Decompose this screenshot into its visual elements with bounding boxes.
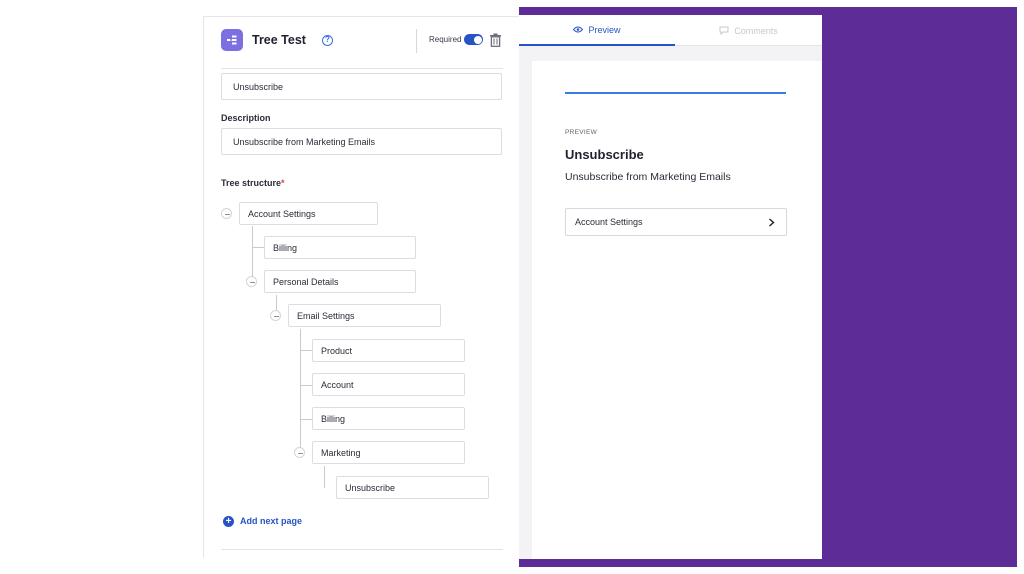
tree-connector [252,247,264,248]
tree-node-email-settings[interactable]: Email Settings [288,304,441,327]
plus-circle-icon: + [223,515,234,527]
footer-rule [221,549,503,550]
required-mark: * [281,178,285,188]
tree-block-icon [221,29,243,51]
tree-glyph-icon [227,35,237,45]
tab-comments-label: Comments [734,25,778,36]
tree-connector [300,329,301,455]
tree-connector [324,466,325,488]
tree-node-personal-details[interactable]: Personal Details [264,270,416,293]
tree-connector [300,419,312,420]
help-circle-icon[interactable]: ? [322,35,333,46]
required-label: Required [429,35,462,44]
collapse-toggle[interactable] [270,310,281,321]
tree-node-account-settings[interactable]: Account Settings [239,202,378,225]
tree-test-editor: Tree Test ? Required Unsubscribe Descrip… [203,16,519,558]
progress-bar [565,92,786,94]
tree-node-account[interactable]: Account [312,373,465,396]
preview-card: PREVIEW Unsubscribe Unsubscribe from Mar… [532,61,822,559]
tree-node-unsubscribe[interactable]: Unsubscribe [336,476,489,499]
preview-panel: Preview Comments PREVIEW Unsubscribe Uns… [519,15,822,559]
tab-comments[interactable]: Comments [675,15,822,46]
required-toggle[interactable] [464,34,483,45]
tab-preview[interactable]: Preview [519,15,675,46]
tree-node-billing[interactable]: Billing [264,236,416,259]
block-title: Tree Test [252,33,306,47]
eye-icon [573,26,584,33]
collapse-toggle[interactable] [221,208,232,219]
editor-header: Tree Test ? Required [221,29,503,55]
preview-tree-item-label: Account Settings [575,217,643,227]
description-label: Description [221,113,271,123]
tree-node-marketing[interactable]: Marketing [312,441,465,464]
tree-node-product[interactable]: Product [312,339,465,362]
preview-description: Unsubscribe from Marketing Emails [565,171,731,183]
question-input[interactable]: Unsubscribe [221,73,502,100]
trash-icon[interactable] [489,33,502,47]
tree-node-billing-email[interactable]: Billing [312,407,465,430]
tree-connector [252,226,253,282]
collapse-toggle[interactable] [246,276,257,287]
comment-bubble-icon [719,26,729,35]
preview-title: Unsubscribe [565,147,644,162]
screen: Tree Test ? Required Unsubscribe Descrip… [0,0,1024,574]
collapse-toggle[interactable] [294,447,305,458]
description-input[interactable]: Unsubscribe from Marketing Emails [221,128,502,155]
tree-connector [300,385,312,386]
tree-structure-text: Tree structure [221,178,282,188]
preview-tree-item[interactable]: Account Settings [565,208,787,236]
preview-overline: PREVIEW [565,129,598,136]
header-divider [416,29,417,53]
add-next-page-label: Add next page [240,516,303,526]
chevron-right-icon [769,218,775,227]
tab-preview-label: Preview [588,24,621,35]
header-rule [221,68,503,69]
add-next-page-button[interactable]: + Add next page [223,514,302,528]
preview-tabs: Preview Comments [519,15,822,46]
tree-structure-label: Tree structure* [221,178,285,188]
tree-connector [300,350,312,351]
